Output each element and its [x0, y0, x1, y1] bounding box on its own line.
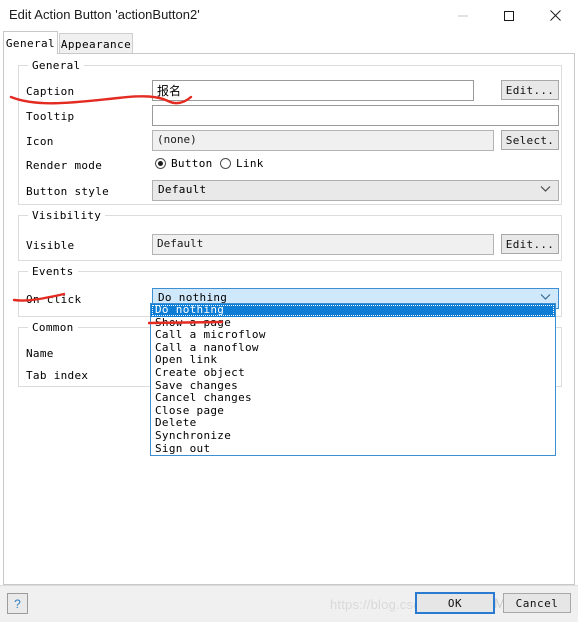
window-title: Edit Action Button 'actionButton2' [9, 7, 200, 22]
button-style-label: Button style [26, 185, 110, 198]
dropdown-option[interactable]: Do nothing [151, 304, 555, 317]
dropdown-option[interactable]: Close page [151, 404, 555, 418]
render-mode-link-label: Link [236, 157, 264, 170]
radio-dot-icon [155, 158, 166, 169]
help-icon: ? [14, 596, 21, 611]
on-click-dropdown-list[interactable]: Do nothing Show a page Call a microflow … [150, 303, 556, 456]
name-label: Name [26, 347, 54, 360]
visible-label: Visible [26, 239, 75, 252]
render-mode-button-radio[interactable]: Button [155, 157, 213, 170]
group-general-title: General [28, 59, 85, 72]
dropdown-option[interactable]: Sign out [151, 442, 555, 455]
render-mode-button-label: Button [171, 157, 213, 170]
render-mode-label: Render mode [26, 159, 103, 172]
group-events-title: Events [28, 265, 78, 278]
button-style-combo[interactable]: Default [152, 180, 559, 201]
icon-label: Icon [26, 135, 54, 148]
cancel-button[interactable]: Cancel [503, 593, 571, 613]
minimize-icon [458, 15, 468, 16]
help-button[interactable]: ? [7, 593, 28, 614]
render-mode-link-radio[interactable]: Link [220, 157, 264, 170]
dropdown-option[interactable]: Cancel changes [151, 392, 555, 405]
tooltip-input[interactable] [152, 105, 559, 126]
tab-general[interactable]: General [3, 31, 58, 54]
visible-value: Default [152, 234, 494, 255]
dropdown-option[interactable]: Call a microflow [151, 329, 555, 342]
group-common-title: Common [28, 321, 78, 334]
chevron-down-icon [540, 186, 551, 192]
ok-button-label: OK [447, 596, 463, 610]
on-click-label: On click [26, 293, 82, 306]
cancel-button-label: Cancel [515, 596, 559, 610]
icon-value: (none) [152, 130, 494, 151]
tab-general-label: General [5, 36, 56, 50]
minimize-button[interactable] [440, 0, 486, 31]
close-button[interactable] [532, 0, 578, 31]
visible-edit-button[interactable]: Edit... [501, 234, 559, 254]
close-icon [549, 10, 561, 21]
chevron-down-icon [540, 294, 551, 300]
dropdown-option[interactable]: Create object [151, 366, 555, 380]
title-bar: Edit Action Button 'actionButton2' [0, 0, 578, 31]
tab-appearance[interactable]: Appearance [59, 33, 133, 54]
tab-index-label: Tab index [26, 369, 89, 382]
button-style-value: Default [158, 183, 207, 196]
tooltip-label: Tooltip [26, 110, 75, 123]
maximize-button[interactable] [486, 0, 532, 31]
tab-appearance-label: Appearance [60, 37, 132, 51]
dropdown-option[interactable]: Synchronize [151, 429, 555, 443]
caption-edit-button[interactable]: Edit... [501, 80, 559, 100]
icon-select-button[interactable]: Select. [501, 130, 559, 150]
caption-label: Caption [26, 85, 75, 98]
radio-dot-icon [220, 158, 231, 169]
tab-strip: General Appearance [0, 31, 578, 54]
ok-button[interactable]: OK [415, 592, 495, 614]
maximize-icon [504, 10, 514, 21]
caption-input[interactable]: 报名 [152, 80, 474, 101]
group-visibility-title: Visibility [28, 209, 106, 222]
